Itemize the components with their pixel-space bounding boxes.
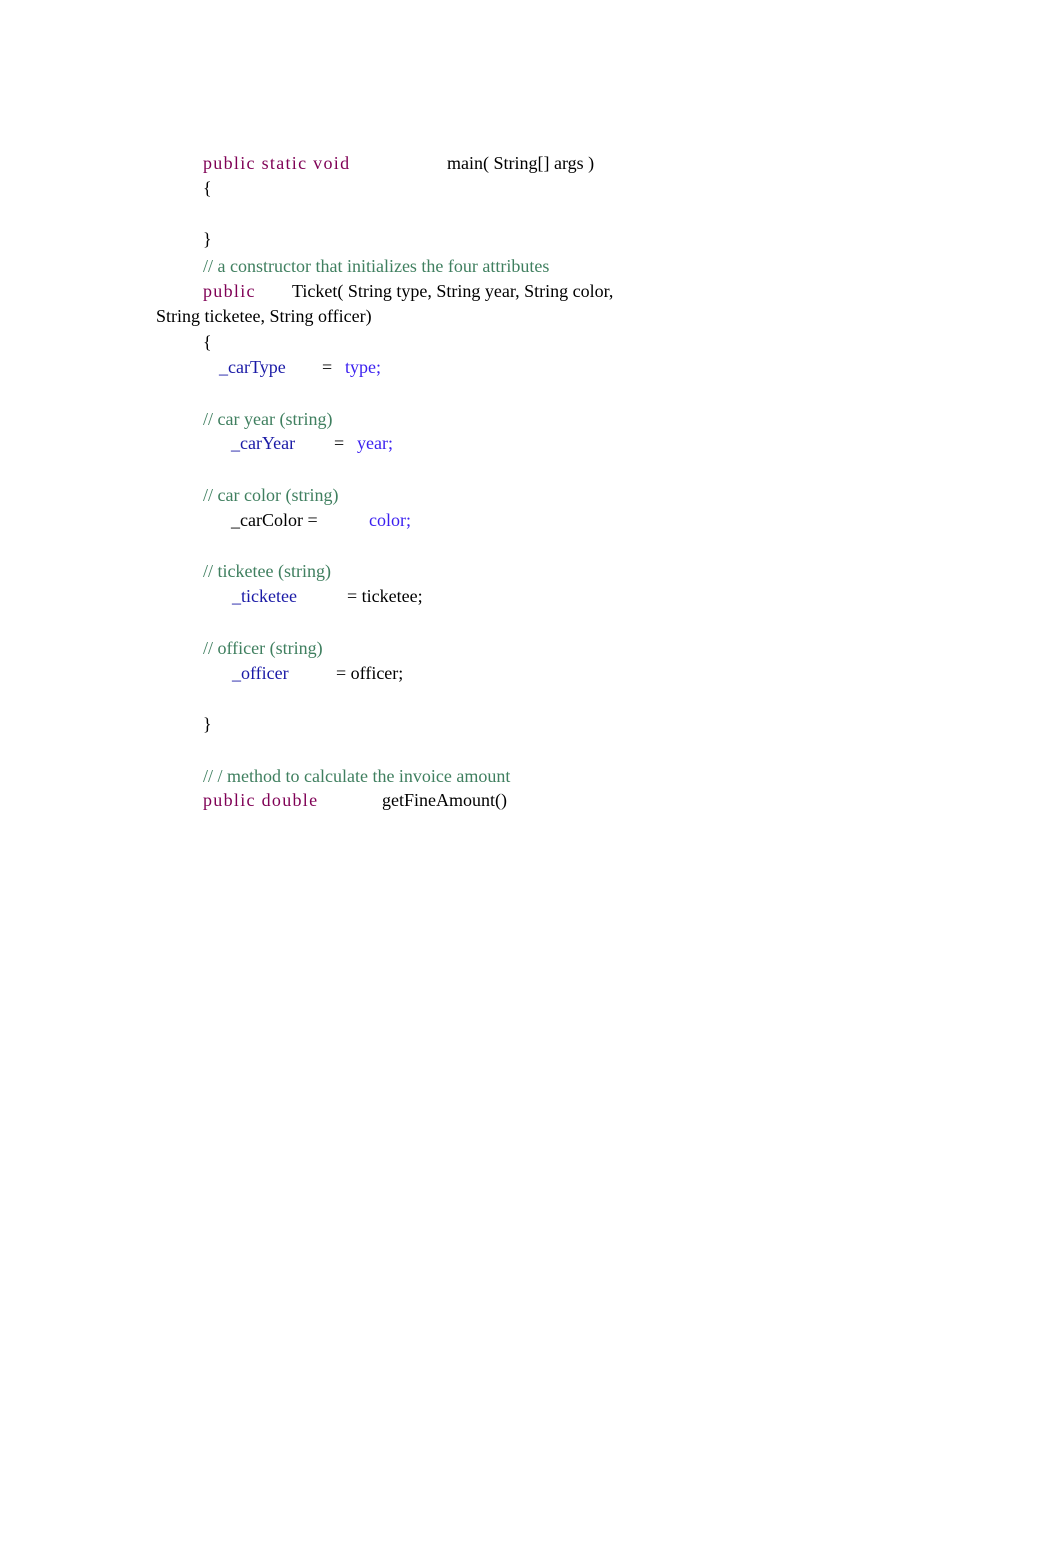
field-officer: _officer (232, 663, 289, 683)
constructor-close-brace: } (203, 714, 212, 734)
comment-ticketee: // ticketee (string) (203, 561, 331, 581)
comment-car-color: // car color (string) (203, 485, 339, 505)
value-car-color: color; (369, 510, 411, 530)
main-close-brace: } (203, 229, 212, 249)
comment-officer: // officer (string) (203, 638, 323, 658)
constructor-signature-line2: String ticketee, String officer) (156, 306, 372, 326)
assign-ticketee: = ticketee; (347, 586, 423, 606)
value-car-year: year; (357, 433, 393, 453)
fine-method-comment: // / method to calculate the invoice amo… (203, 766, 511, 786)
fine-method-signature: getFineAmount() (382, 790, 507, 810)
constructor-comment: // a constructor that initializes the fo… (203, 256, 550, 276)
assign-op-car-type: = (322, 357, 333, 377)
main-open-brace: { (203, 178, 212, 198)
constructor-keyword: public (203, 281, 256, 301)
main-method-keywords: public static void (203, 153, 351, 173)
field-ticketee: _ticketee (232, 586, 297, 606)
assign-officer: = officer; (336, 663, 404, 683)
value-car-type: type; (345, 357, 381, 377)
comment-car-year: // car year (string) (203, 409, 333, 429)
assign-op-car-year: = (334, 433, 345, 453)
fine-method-keywords: public double (203, 790, 319, 810)
constructor-signature-line1: Ticket( String type, String year, String… (292, 281, 614, 301)
field-car-color: _carColor = (231, 510, 318, 530)
field-car-type: _carType (219, 357, 286, 377)
field-car-year: _carYear (231, 433, 296, 453)
constructor-open-brace: { (203, 332, 212, 352)
main-method-signature: main( String[] args ) (447, 153, 595, 173)
